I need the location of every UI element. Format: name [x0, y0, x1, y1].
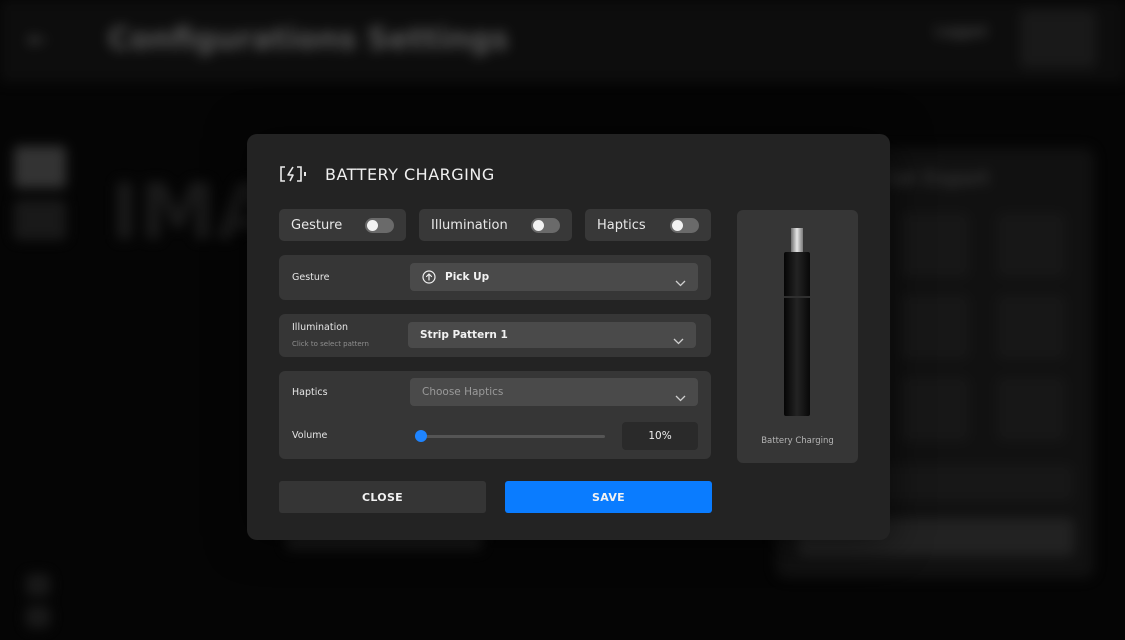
illumination-toggle-pill[interactable]: Illumination	[419, 209, 572, 241]
volume-label: Volume	[292, 430, 328, 441]
background-tile	[900, 294, 970, 360]
close-button[interactable]: CLOSE	[279, 481, 486, 513]
chevron-down-icon	[675, 387, 686, 406]
illumination-select-value: Strip Pattern 1	[420, 329, 508, 341]
background-header-button	[1020, 10, 1096, 68]
preview-caption: Battery Charging	[761, 436, 834, 446]
background-header-label: Logged	[935, 24, 987, 40]
background-tile	[900, 212, 970, 278]
background-sidebar-icon	[26, 606, 50, 628]
gesture-switch[interactable]	[365, 217, 394, 233]
haptics-select[interactable]: Choose Haptics	[410, 378, 698, 406]
haptics-select-placeholder: Choose Haptics	[422, 386, 504, 398]
device-preview-card: Battery Charging	[737, 210, 858, 463]
volume-value-field[interactable]: 10%	[622, 422, 698, 450]
volume-slider-handle[interactable]	[414, 430, 427, 442]
gesture-select-value: Pick Up	[445, 271, 490, 283]
switch-knob	[672, 219, 683, 231]
background-tile	[996, 376, 1066, 442]
save-button[interactable]: SAVE	[505, 481, 712, 513]
illumination-select[interactable]: Strip Pattern 1	[408, 322, 696, 348]
gesture-select[interactable]: Pick Up	[410, 263, 698, 291]
background-sidebar-item	[14, 200, 66, 240]
back-arrow-icon: ←	[28, 28, 47, 53]
background-tile	[900, 376, 970, 442]
background-tile	[996, 212, 1066, 278]
switch-knob	[367, 219, 378, 231]
device-image	[781, 228, 813, 422]
background-tile	[996, 294, 1066, 360]
background-panel-title: Set Export	[885, 166, 990, 190]
gesture-label: Gesture	[292, 272, 330, 283]
haptics-section: Haptics Choose Haptics Volume 10%	[279, 371, 711, 459]
chevron-down-icon	[675, 272, 686, 291]
haptics-switch[interactable]	[670, 217, 699, 233]
gesture-section: Gesture Pick Up	[279, 255, 711, 300]
background-page-title: Configurations Settings	[108, 22, 509, 57]
illumination-switch[interactable]	[531, 217, 560, 233]
haptics-label: Haptics	[292, 387, 328, 398]
illumination-toggle-label: Illumination	[431, 217, 508, 233]
chevron-down-icon	[673, 330, 684, 349]
dialog-header: BATTERY CHARGING	[279, 162, 495, 186]
gesture-toggle-label: Gesture	[291, 217, 343, 233]
arrow-up-circle-icon	[422, 270, 436, 284]
background-sidebar-item	[14, 146, 66, 188]
illumination-section: Illumination Click to select pattern Str…	[279, 314, 711, 357]
illumination-sublabel: Click to select pattern	[292, 340, 369, 348]
battery-charging-dialog: BATTERY CHARGING Gesture Illumination Ha…	[247, 134, 890, 540]
haptics-toggle-label: Haptics	[597, 217, 646, 233]
illumination-label: Illumination	[292, 322, 349, 333]
haptics-toggle-pill[interactable]: Haptics	[585, 209, 711, 241]
background-sidebar-icon	[26, 574, 50, 596]
switch-knob	[533, 219, 544, 231]
battery-charging-icon	[279, 165, 313, 183]
volume-slider[interactable]	[415, 435, 605, 438]
gesture-toggle-pill[interactable]: Gesture	[279, 209, 406, 241]
dialog-title: BATTERY CHARGING	[325, 164, 495, 184]
